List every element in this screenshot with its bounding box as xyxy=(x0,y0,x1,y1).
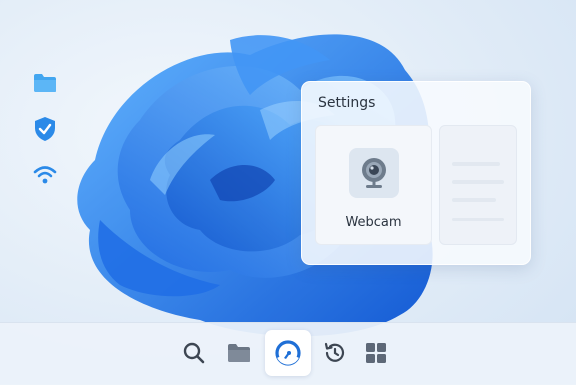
taskbar-search-button[interactable] xyxy=(171,330,217,376)
shield-check-icon[interactable] xyxy=(30,114,60,144)
taskbar xyxy=(0,322,576,385)
webcam-icon xyxy=(349,148,399,198)
settings-title: Settings xyxy=(318,95,376,111)
folder-icon[interactable] xyxy=(30,68,60,98)
taskbar-file-explorer-button[interactable] xyxy=(216,330,262,376)
search-icon xyxy=(183,342,205,364)
placeholder-line xyxy=(452,162,500,166)
history-icon xyxy=(324,342,345,362)
webcam-card[interactable]: Webcam xyxy=(315,125,432,245)
webcam-label: Webcam xyxy=(345,215,402,230)
placeholder-line xyxy=(452,218,504,221)
edge-icon xyxy=(275,340,301,366)
placeholder-card[interactable] xyxy=(439,125,517,245)
placeholder-line xyxy=(452,198,496,202)
settings-panel: Settings Webcam xyxy=(301,81,531,265)
placeholder-line xyxy=(452,180,504,184)
wifi-icon[interactable] xyxy=(30,160,60,190)
taskbar-edge-button[interactable] xyxy=(265,330,311,376)
windows-icon xyxy=(366,343,386,363)
folder-icon xyxy=(228,344,250,362)
taskbar-start-button[interactable] xyxy=(353,330,399,376)
desktop-side-icons xyxy=(30,68,64,206)
taskbar-history-button[interactable] xyxy=(312,330,358,376)
